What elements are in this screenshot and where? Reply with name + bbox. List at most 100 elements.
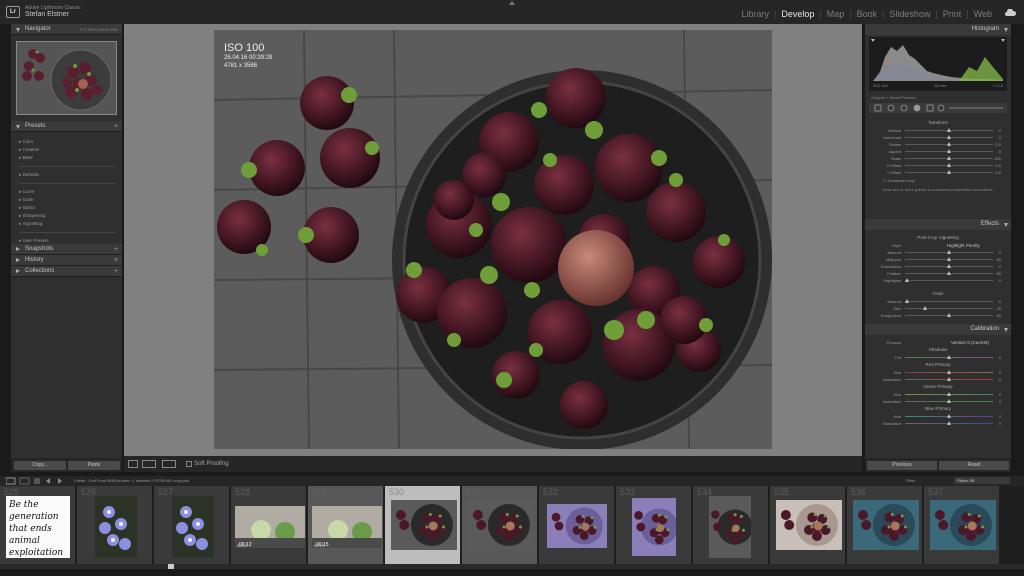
slider-horizontal[interactable]: Horizontal 0 — [871, 134, 1005, 141]
blue-flower-thumbnail — [95, 496, 137, 558]
tool-strip[interactable] — [869, 103, 1007, 113]
red-saturation-slider[interactable]: Saturation 0 — [871, 376, 1005, 383]
before-after-options-icon[interactable] — [162, 460, 176, 468]
filmstrip-cell[interactable]: 525 Be the generation that ends animal exploi… — [0, 486, 76, 564]
navigator-preview[interactable] — [16, 41, 117, 115]
grain-amount-slider[interactable]: Amount 0 — [871, 298, 1005, 305]
slider-vertical[interactable]: Vertical 0 — [871, 127, 1005, 134]
image-canvas[interactable]: ISO 100 26.04.16 00:39:28 4781 x 3586 — [124, 24, 862, 456]
vignette-midpoint-slider[interactable]: Midpoint 50 — [871, 256, 1005, 263]
module-slideshow[interactable]: Slideshow — [887, 9, 932, 19]
filmstrip-cell[interactable]: 534 — [693, 486, 769, 564]
before-after-icon[interactable] — [142, 460, 156, 468]
soft-proofing-checkbox[interactable] — [186, 461, 192, 467]
red-hue-slider[interactable]: Hue 0 — [871, 369, 1005, 376]
expand-triangle-icon — [1004, 28, 1008, 32]
preset-folder[interactable]: ▸ Sharpening — [19, 212, 116, 220]
mangosteen-thumbnail — [930, 500, 996, 550]
slider-aspect[interactable]: Aspect 0 — [871, 148, 1005, 155]
calibration-section: Process Version 5 (Current) Shadows Tint 0… — [865, 335, 1011, 445]
effects-header[interactable]: Effects — [865, 219, 1011, 230]
module-web[interactable]: Web — [972, 9, 994, 19]
preset-folder[interactable]: ▸ Curve — [19, 188, 116, 196]
grain-roughness-slider[interactable]: Roughness 50 — [871, 312, 1005, 319]
shadows-tint-slider[interactable]: Tint 0 — [871, 354, 1005, 361]
blue-hue-slider[interactable]: Hue 0 — [871, 413, 1005, 420]
collections-header[interactable]: Collections + — [11, 266, 122, 277]
collapsed-triangle-icon — [16, 269, 20, 273]
preset-folder[interactable]: ▸ Optics — [19, 204, 116, 212]
presets-header[interactable]: Presets + — [11, 121, 122, 132]
paste-settings-button[interactable]: Paste — [68, 461, 120, 470]
filmstrip-cell[interactable]: 529 00:15 00:15 — [308, 486, 384, 564]
preset-folder[interactable]: ▸ Vignetting — [19, 220, 116, 228]
main-photo[interactable]: ISO 100 26.04.16 00:39:28 4781 x 3586 — [214, 30, 772, 449]
slider-scale[interactable]: Scale 100 — [871, 155, 1005, 162]
copy-settings-button[interactable]: Copy... — [14, 461, 66, 470]
filmstrip-cell[interactable]: 537 — [924, 486, 1000, 564]
module-develop[interactable]: Develop — [779, 9, 816, 19]
vignette-roundness-slider[interactable]: Roundness 0 — [871, 263, 1005, 270]
add-collection-icon[interactable]: + — [114, 266, 118, 277]
user-name: Stefan Elstner — [25, 11, 69, 18]
add-preset-icon[interactable]: + — [114, 121, 118, 132]
filmstrip-scrollbar[interactable] — [0, 564, 1024, 569]
filmstrip-cell[interactable]: 527 — [154, 486, 230, 564]
preset-folder[interactable]: ▸ Defaults — [19, 171, 116, 179]
filmstrip-source[interactable]: Folder : Sori Food 5895 photos / 1 selec… — [74, 478, 189, 483]
histogram[interactable]: ISO 100 35 mm f / 2.8 — [869, 37, 1007, 91]
module-book[interactable]: Book — [855, 9, 880, 19]
green-saturation-slider[interactable]: Saturation 0 — [871, 398, 1005, 405]
filmstrip-nav-icons[interactable] — [6, 477, 66, 485]
module-map[interactable]: Map — [825, 9, 847, 19]
preset-folder[interactable]: ▸ Creative — [19, 146, 116, 154]
constrain-crop-checkbox[interactable]: ☐ Constrain Crop — [871, 176, 1005, 185]
filmstrip-cell[interactable]: 530 — [385, 486, 461, 564]
filmstrip-cell[interactable]: 531 — [462, 486, 538, 564]
histogram-header[interactable]: Histogram — [865, 24, 1011, 35]
module-library[interactable]: Library — [739, 9, 771, 19]
video-thumbnail: 00:12 — [235, 506, 305, 548]
blue-saturation-slider[interactable]: Saturation 0 — [871, 420, 1005, 427]
collapsed-triangle-icon — [16, 247, 20, 251]
vignette-amount-slider[interactable]: Amount 0 — [871, 249, 1005, 256]
process-version-select[interactable]: Process Version 5 (Current) — [871, 339, 1005, 346]
previous-button[interactable]: Previous — [867, 461, 937, 470]
history-header[interactable]: History × — [11, 255, 122, 266]
snapshots-header[interactable]: Snapshots + — [11, 244, 122, 255]
preset-folder[interactable]: ▸ B&W — [19, 154, 116, 162]
slider-y-offset[interactable]: Y Offset 0.0 — [871, 169, 1005, 176]
slider-rotate[interactable]: Rotate 0.0 — [871, 141, 1005, 148]
loupe-view-icon[interactable] — [128, 460, 138, 468]
cloud-sync-icon[interactable] — [1005, 9, 1016, 16]
green-hue-slider[interactable]: Hue 0 — [871, 391, 1005, 398]
filmstrip-cell[interactable]: 535 — [770, 486, 846, 564]
slider-x-offset[interactable]: X Offset 0.0 — [871, 162, 1005, 169]
left-panel-footer: Copy... Paste — [11, 458, 122, 472]
preset-folder[interactable]: ▸ Grain — [19, 196, 116, 204]
vignette-highlights-slider[interactable]: Highlights 0 — [871, 277, 1005, 284]
clear-history-icon[interactable]: × — [114, 255, 118, 266]
grain-size-slider[interactable]: Size 25 — [871, 305, 1005, 312]
filmstrip-cell[interactable]: 528 00:12 00:12 — [231, 486, 307, 564]
navigator-preview-image — [17, 42, 116, 114]
vignette-feather-slider[interactable]: Feather 50 — [871, 270, 1005, 277]
module-print[interactable]: Print — [941, 9, 964, 19]
filmstrip-cell[interactable]: 526 — [77, 486, 153, 564]
video-thumbnail: 00:15 — [312, 506, 382, 548]
navigator-header[interactable]: Navigator FIT 100% 200% 25% — [11, 24, 122, 35]
divider — [19, 183, 116, 184]
vignette-style-select[interactable]: Style Highlight Priority — [871, 242, 1005, 249]
preset-folder[interactable]: ▸ Color — [19, 138, 116, 146]
calibration-header[interactable]: Calibration — [865, 324, 1011, 335]
filmstrip-scroll-thumb[interactable] — [168, 564, 174, 569]
reset-button[interactable]: Reset — [939, 461, 1009, 470]
filmstrip-cell[interactable]: 533 — [616, 486, 692, 564]
filter-select[interactable]: Filters Off — [954, 477, 1010, 484]
navigator-zoom-options[interactable]: FIT 100% 200% 25% — [80, 24, 118, 35]
filmstrip-cell[interactable]: 532 — [539, 486, 615, 564]
iso-value: ISO 100 — [224, 42, 265, 54]
add-snapshot-icon[interactable]: + — [114, 244, 118, 255]
collapse-top-icon[interactable] — [509, 1, 515, 5]
filmstrip-cell[interactable]: 536 — [847, 486, 923, 564]
